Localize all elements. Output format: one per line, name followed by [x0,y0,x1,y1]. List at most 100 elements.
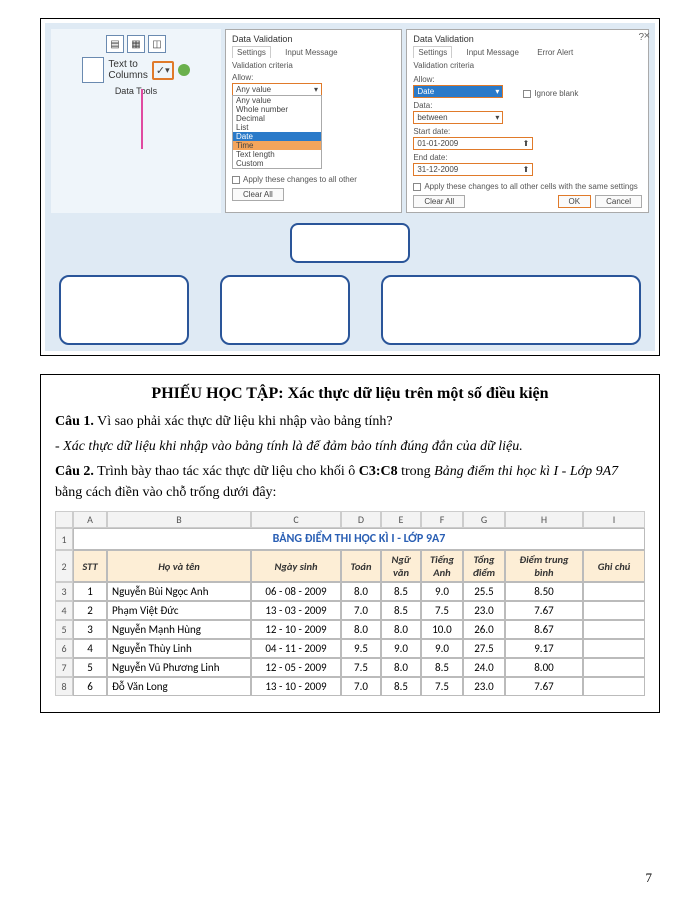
dialog2-allow-value: Date [417,87,434,96]
table-header-cell: STT [73,550,107,582]
blank-answer-box-3[interactable] [220,275,350,345]
excel-screenshot: ▤ ▦ ◫ Text to Columns ✓▾ Data Tools Data [45,23,655,351]
table-cell: 8.0 [341,582,381,601]
dialog1-allow-options: Any value Whole number Decimal List Date… [232,95,322,169]
data-validation-icon: ✓ [156,64,165,77]
dialog2-apply-checkbox[interactable] [413,183,421,191]
blank-answer-box-4[interactable] [381,275,641,345]
option-date[interactable]: Date [233,132,321,141]
table-header-cell: Tổng điểm [463,550,505,582]
table-cell: 9.0 [421,582,463,601]
consolidate-icon: ◫ [148,35,166,53]
table-cell [583,677,645,696]
blank-answer-box-2[interactable] [59,275,189,345]
cancel-button[interactable]: Cancel [595,195,642,208]
table-cell: 9.0 [421,639,463,658]
table-cell [583,582,645,601]
question-2: Câu 2. Trình bày thao tác xác thực dữ li… [55,461,645,503]
table-cell: 8.00 [505,658,583,677]
table-cell: 7.67 [505,601,583,620]
dialog1-allow-label: Allow: [232,73,395,82]
chevron-down-icon: ▾ [314,85,318,94]
option-any-value[interactable]: Any value [233,96,321,105]
table-cell: 06 - 08 - 2009 [251,582,341,601]
tab-input-message[interactable]: Input Message [281,47,341,58]
option-decimal[interactable]: Decimal [233,114,321,123]
dialog2-allow-dropdown[interactable]: Date ▾ [413,85,503,98]
dialog2-data-dropdown[interactable]: between▾ [413,111,503,124]
table-header-cell: Ngày sinh [251,550,341,582]
row-number: 5 [55,620,73,639]
table-header-cell: Tiếng Anh [421,550,463,582]
table-cell [583,658,645,677]
tab-settings-2[interactable]: Settings [413,46,452,58]
option-custom[interactable]: Custom [233,159,321,168]
dialog2-end-label: End date: [413,153,642,162]
data-tools-label: Data Tools [115,86,157,96]
column-letter: E [381,511,421,528]
question-1: Câu 1. Vì sao phải xác thực dữ liệu khi … [55,411,645,432]
start-date-value: 01-01-2009 [417,139,458,148]
option-text-length[interactable]: Text length [233,150,321,159]
table-cell: 2 [73,601,107,620]
answer-1: - Xác thực dữ liệu khi nhập vào bảng tín… [55,436,645,457]
table-cell: 3 [73,620,107,639]
blank-answer-box-1[interactable] [290,223,410,263]
row-number: 2 [55,550,73,582]
tab-input-message-2[interactable]: Input Message [462,47,522,58]
table-header-cell: Điểm trung bình [505,550,583,582]
dialog1-tabs: Settings Input Message [232,48,395,57]
data-validation-button-highlight[interactable]: ✓▾ [152,61,174,80]
table-cell: 9.5 [341,639,381,658]
column-letter: I [583,511,645,528]
ignore-blank-checkbox[interactable] [523,90,531,98]
remove-duplicates-icon: ▦ [127,35,145,53]
table-cell: 12 - 10 - 2009 [251,620,341,639]
table-cell: 5 [73,658,107,677]
table-cell: Nguyễn Bùi Ngọc Anh [107,582,251,601]
q1-label: Câu 1. [55,414,94,429]
row-number: 4 [55,601,73,620]
tab-settings[interactable]: Settings [232,46,271,58]
table-cell: 8.5 [381,582,421,601]
table-cell: 7.5 [421,601,463,620]
range-select-icon[interactable]: ⬆ [523,139,530,148]
relationships-icon [178,64,190,76]
close-icon[interactable]: × [644,30,650,42]
option-whole-number[interactable]: Whole number [233,105,321,114]
table-cell: Đỗ Văn Long [107,677,251,696]
table-cell: 4 [73,639,107,658]
ignore-blank-label: Ignore blank [534,89,578,98]
end-date-input[interactable]: 31-12-2009 ⬆ [413,163,533,176]
dialog2-clear-all-button[interactable]: Clear All [413,195,465,208]
table-cell: 7.5 [421,677,463,696]
table-cell: 23.0 [463,677,505,696]
row-number: 1 [55,528,73,550]
dialog1-criteria-label: Validation criteria [232,61,395,70]
dialog1-clear-all-button[interactable]: Clear All [232,188,284,201]
table-cell: 8.0 [381,620,421,639]
column-letter: F [421,511,463,528]
table-cell: 9.17 [505,639,583,658]
dialog2-data-label: Data: [413,101,642,110]
dialog2-allow-label: Allow: [413,75,503,84]
range-select-icon[interactable]: ⬆ [523,165,530,174]
option-time[interactable]: Time [233,141,321,150]
chevron-down-icon: ▾ [495,87,499,96]
table-cell: 25.5 [463,582,505,601]
table-cell: 8.67 [505,620,583,639]
option-list[interactable]: List [233,123,321,132]
page-number: 7 [646,870,653,886]
score-table: ABCDEFGHI 1BẢNG ĐIỂM THI HỌC KÌ I - LỚP … [55,511,645,696]
table-cell: 7.0 [341,677,381,696]
q2-label: Câu 2. [55,464,94,479]
start-date-input[interactable]: 01-01-2009 ⬆ [413,137,533,150]
row-number: 7 [55,658,73,677]
table-cell: 8.0 [381,658,421,677]
table-cell: 8.0 [341,620,381,639]
dialog1-apply-checkbox[interactable] [232,176,240,184]
table-header-cell: Toán [341,550,381,582]
dialog2-start-label: Start date: [413,127,642,136]
ok-button[interactable]: OK [558,195,592,208]
tab-error-alert[interactable]: Error Alert [533,47,577,58]
